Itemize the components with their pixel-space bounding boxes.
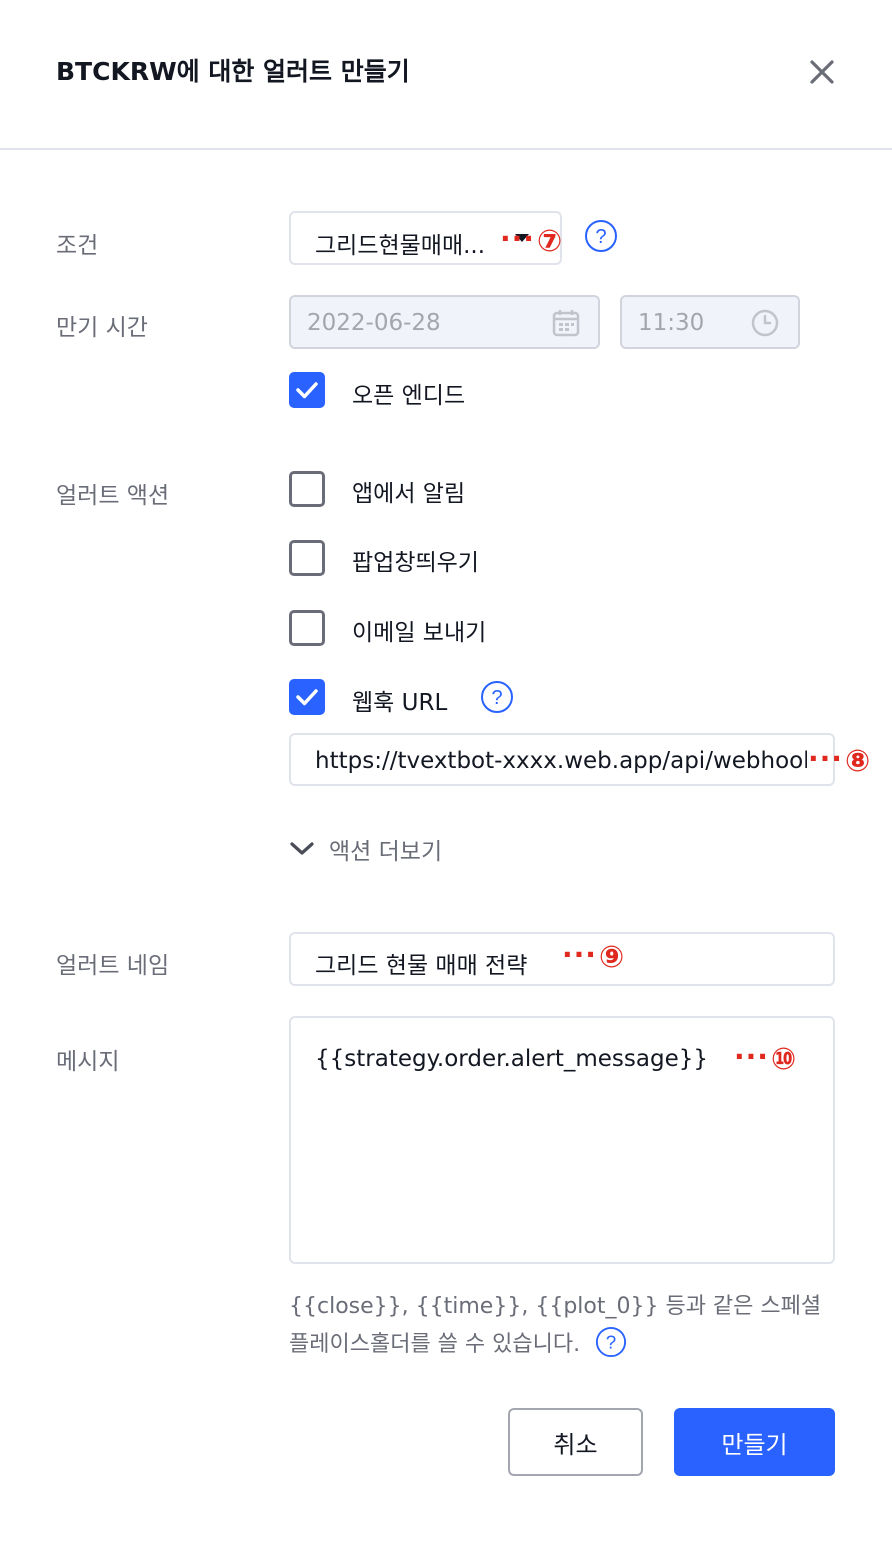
clock-icon: [751, 309, 779, 337]
annotation-marker-9: ··· ⑨: [562, 938, 624, 978]
dialog-header: BTCKRW에 대한 얼러트 만들기: [0, 0, 892, 150]
check-icon: [296, 382, 318, 399]
alert-name-value: 그리드 현물 매매 전략: [315, 953, 528, 979]
expiry-label: 만기 시간: [56, 315, 148, 341]
chevron-down-icon: [290, 842, 314, 855]
message-label: 메시지: [56, 1049, 120, 1075]
email-label: 이메일 보내기: [352, 620, 487, 646]
webhook-label: 웹훅 URL: [352, 690, 448, 716]
svg-text:?: ?: [595, 226, 606, 248]
expiry-date-value: 2022-06-28: [307, 310, 441, 336]
marker-dots: ···: [500, 222, 535, 255]
email-checkbox[interactable]: [289, 610, 325, 646]
marker-dots: ···: [562, 938, 597, 971]
marker-number: ⑦: [536, 224, 563, 259]
open-ended-checkbox[interactable]: [289, 372, 325, 408]
expiry-time-value: 11:30: [638, 310, 705, 336]
marker-number: ⑧: [844, 744, 871, 779]
help-icon[interactable]: ?: [584, 219, 618, 253]
more-actions-label: 액션 더보기: [329, 839, 443, 865]
alert-name-label: 얼러트 네임: [56, 953, 170, 979]
expiry-date-input[interactable]: 2022-06-28: [289, 295, 600, 349]
webhook-url-value: https://tvextbot-xxxx.web.app/api/webhoo…: [315, 748, 807, 774]
cancel-button[interactable]: 취소: [508, 1408, 643, 1476]
check-icon: [296, 689, 318, 706]
open-ended-label: 오픈 엔디드: [352, 383, 466, 409]
expiry-time-input[interactable]: 11:30: [620, 295, 800, 349]
marker-number: ⑨: [598, 940, 625, 975]
create-button[interactable]: 만들기: [674, 1408, 835, 1476]
condition-label: 조건: [56, 233, 99, 259]
app-notify-label: 앱에서 알림: [352, 481, 466, 507]
annotation-marker-7: ··· ⑦: [500, 222, 562, 262]
popup-label: 팝업창띄우기: [352, 550, 479, 576]
webhook-checkbox[interactable]: [289, 679, 325, 715]
close-icon[interactable]: [802, 52, 842, 92]
app-notify-checkbox[interactable]: [289, 471, 325, 507]
message-value: {{strategy.order.alert_message}}: [315, 1046, 708, 1072]
popup-checkbox[interactable]: [289, 540, 325, 576]
annotation-marker-8: ··· ⑧: [808, 742, 870, 782]
marker-dots: ···: [808, 742, 843, 775]
calendar-icon: [552, 310, 580, 337]
annotation-marker-10: ··· ⑩: [734, 1040, 796, 1080]
help-icon[interactable]: ?: [480, 680, 514, 714]
placeholder-hint-text: {{close}}, {{time}}, {{plot_0}} 등과 같은 스페…: [289, 1294, 822, 1357]
more-actions-toggle[interactable]: 액션 더보기: [289, 832, 442, 866]
svg-text:?: ?: [491, 687, 502, 709]
condition-value: 그리드현물매매...: [315, 233, 486, 259]
marker-dots: ···: [734, 1040, 769, 1073]
help-icon[interactable]: ?: [595, 1326, 627, 1358]
marker-number: ⑩: [770, 1042, 797, 1077]
alert-actions-label: 얼러트 액션: [56, 483, 170, 509]
placeholder-hint: {{close}}, {{time}}, {{plot_0}} 등과 같은 스페…: [289, 1288, 829, 1364]
webhook-url-input[interactable]: https://tvextbot-xxxx.web.app/api/webhoo…: [289, 733, 835, 786]
svg-text:?: ?: [606, 1332, 616, 1353]
dialog-title: BTCKRW에 대한 얼러트 만들기: [56, 57, 410, 86]
